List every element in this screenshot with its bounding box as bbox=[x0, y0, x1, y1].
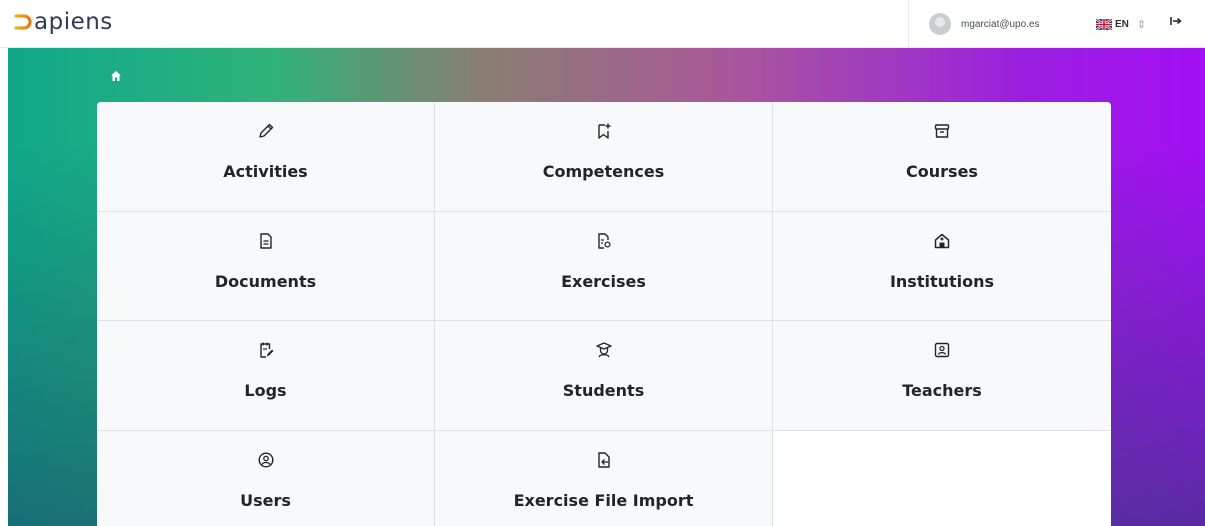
tile-label: Teachers bbox=[902, 381, 982, 400]
tile-teachers[interactable]: Teachers bbox=[773, 321, 1111, 431]
tile-exercises[interactable]: Exercises bbox=[435, 212, 773, 321]
select-caret-icon: ⇕ bbox=[1136, 18, 1147, 31]
user-email: mgarciat@upo.es bbox=[961, 18, 1040, 30]
tile-label: Logs bbox=[244, 381, 287, 400]
tile-label: Exercises bbox=[561, 272, 646, 291]
tile-label: Students bbox=[562, 381, 645, 400]
dashboard-panel: Activities Competences Courses Documents… bbox=[97, 102, 1111, 526]
empty-cell bbox=[773, 431, 1111, 526]
logo-text: apiens bbox=[34, 9, 113, 35]
tile-courses[interactable]: Courses bbox=[773, 102, 1111, 212]
tile-users[interactable]: Users bbox=[97, 431, 435, 526]
tile-label: Exercise File Import bbox=[513, 491, 694, 510]
document-icon bbox=[257, 230, 275, 252]
tile-label: Competences bbox=[542, 162, 665, 181]
tile-competences[interactable]: Competences bbox=[435, 102, 773, 212]
pencil-icon bbox=[257, 120, 275, 142]
bookmark-plus-icon bbox=[595, 120, 613, 142]
avatar bbox=[929, 13, 951, 35]
tile-logs[interactable]: Logs bbox=[97, 321, 435, 431]
logo-mark-icon bbox=[14, 14, 32, 30]
student-icon bbox=[595, 339, 613, 361]
teacher-board-icon bbox=[933, 339, 951, 361]
logout-icon bbox=[1170, 17, 1182, 25]
tile-students[interactable]: Students bbox=[435, 321, 773, 431]
language-selector[interactable]: EN ⇕ bbox=[1096, 14, 1146, 34]
breadcrumb bbox=[110, 67, 122, 86]
file-search-icon bbox=[595, 230, 613, 252]
uk-flag-icon bbox=[1096, 18, 1112, 30]
tile-documents[interactable]: Documents bbox=[97, 212, 435, 321]
tile-label: Institutions bbox=[889, 272, 995, 291]
tile-label: Users bbox=[240, 491, 291, 510]
tile-label: Courses bbox=[906, 162, 978, 181]
user-circle-icon bbox=[257, 449, 275, 471]
logout-button[interactable] bbox=[1170, 15, 1182, 30]
archive-icon bbox=[933, 120, 951, 142]
tile-label: Documents bbox=[214, 272, 317, 291]
tile-exercise-file-import[interactable]: Exercise File Import bbox=[435, 431, 773, 526]
app-logo[interactable]: apiens bbox=[14, 8, 113, 36]
notes-edit-icon bbox=[257, 339, 275, 361]
tile-activities[interactable]: Activities bbox=[97, 102, 435, 212]
tile-institutions[interactable]: Institutions bbox=[773, 212, 1111, 321]
home-icon[interactable] bbox=[110, 70, 122, 82]
tile-label: Activities bbox=[223, 162, 308, 181]
user-menu[interactable]: mgarciat@upo.es bbox=[908, 0, 1076, 48]
file-import-icon bbox=[595, 449, 613, 471]
language-label: EN bbox=[1115, 18, 1129, 30]
top-navbar: apiens mgarciat@upo.es EN ⇕ bbox=[0, 0, 1205, 48]
building-icon bbox=[933, 230, 951, 252]
